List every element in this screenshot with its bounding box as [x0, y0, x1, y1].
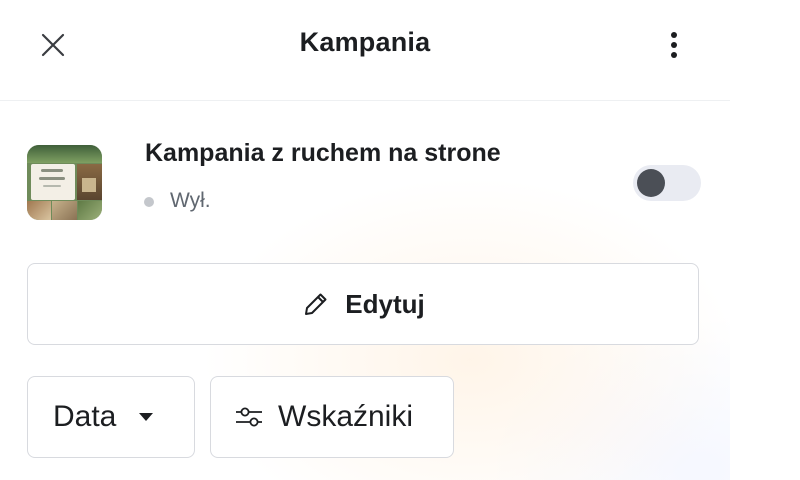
- date-filter-label: Data: [53, 400, 117, 433]
- pencil-icon: [301, 289, 331, 319]
- page-title: Kampania: [299, 27, 431, 57]
- metrics-filter-button[interactable]: Wskaźniki: [210, 376, 454, 458]
- campaign-status: Wył.: [170, 189, 211, 212]
- edit-button[interactable]: Edytuj: [27, 263, 699, 345]
- sliders-icon: [234, 402, 264, 432]
- header-bar: Kampania: [0, 0, 730, 101]
- edit-button-label: Edytuj: [345, 288, 425, 319]
- caret-down-icon: [138, 412, 154, 422]
- status-dot-icon: [144, 197, 154, 207]
- metrics-filter-label: Wskaźniki: [278, 400, 414, 433]
- campaign-panel: Kampania Kampania z ruchem na strone Wył…: [0, 0, 730, 480]
- date-filter-button[interactable]: Data: [27, 376, 195, 458]
- more-vertical-icon: [669, 30, 679, 65]
- more-options-button[interactable]: [656, 26, 692, 68]
- toggle-knob: [637, 169, 665, 197]
- campaign-toggle[interactable]: [633, 165, 701, 201]
- campaign-thumbnail: [27, 145, 102, 220]
- campaign-title: Kampania z ruchem na strone: [145, 139, 501, 167]
